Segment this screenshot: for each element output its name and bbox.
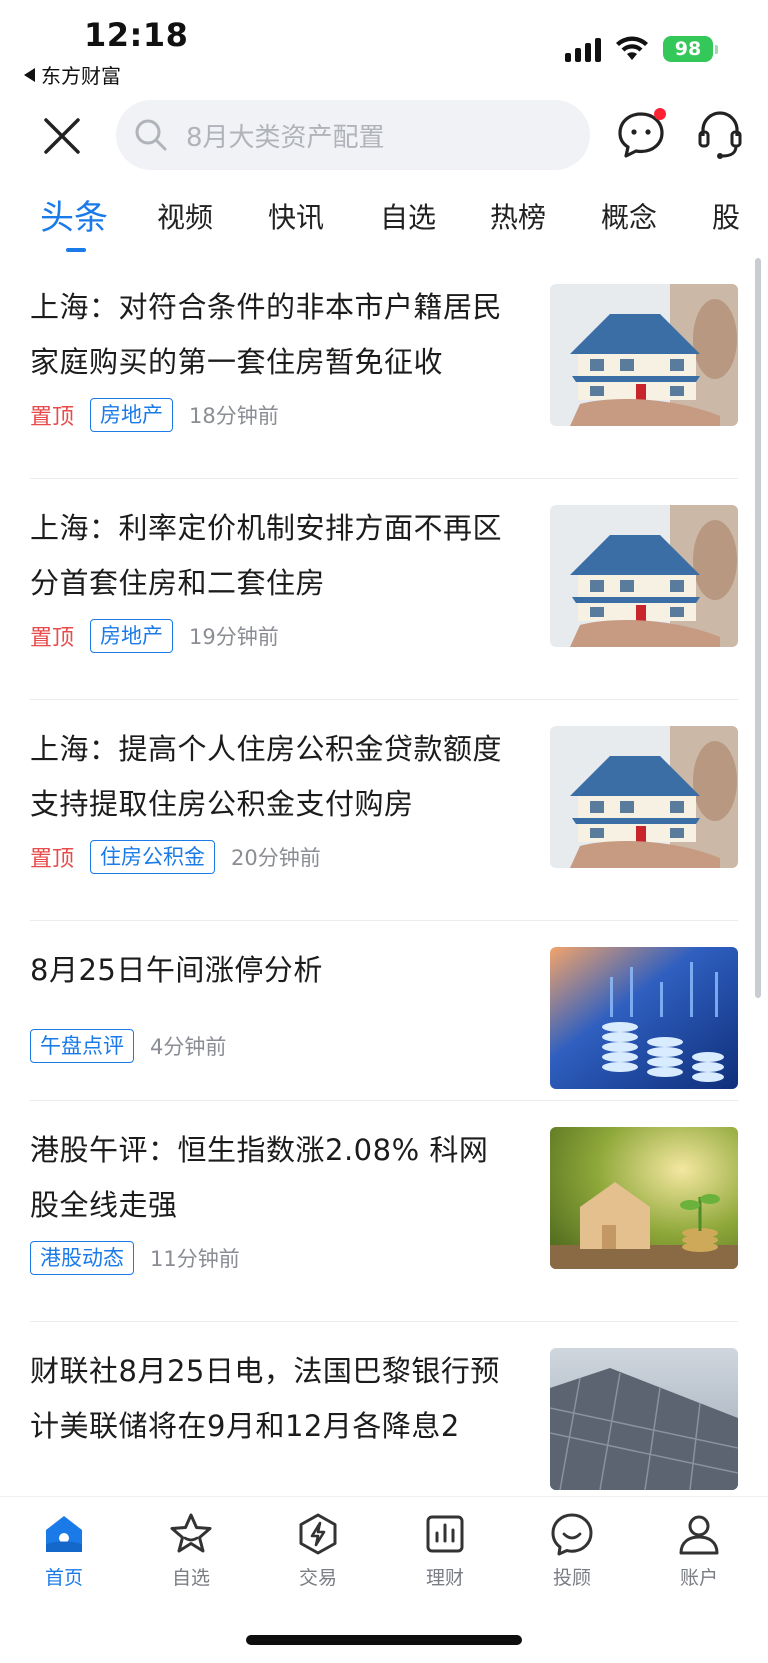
news-title: 上海：利率定价机制安排方面不再区分首套住房和二套住房	[30, 511, 503, 600]
pinned-label: 置顶	[30, 626, 75, 651]
tab-concept[interactable]: 概念	[601, 196, 657, 236]
category-tabs: 头条 视频 快讯 自选 热榜 概念 股	[0, 186, 768, 256]
nav-label: 首页	[44, 1567, 83, 1589]
nav-account[interactable]: 账户	[649, 1511, 749, 1590]
nav-label: 自选	[171, 1567, 210, 1589]
news-tag[interactable]: 午盘点评	[30, 1029, 134, 1063]
finance-icon	[426, 1515, 464, 1553]
home-icon	[46, 1516, 82, 1552]
wifi-icon	[616, 36, 648, 60]
news-title: 上海：对符合条件的非本市户籍居民家庭购买的第一套住房暂免征收	[30, 290, 503, 379]
solar-panel-thumbnail	[550, 1348, 738, 1490]
battery-level: 98	[663, 36, 713, 62]
nav-watchlist[interactable]: 自选	[141, 1511, 241, 1590]
status-indicators: 98	[565, 36, 718, 62]
wooden-house-thumbnail	[550, 1127, 738, 1269]
nav-trade[interactable]: 交易	[268, 1511, 368, 1590]
news-time: 19分钟前	[189, 625, 279, 649]
house-thumbnail	[550, 726, 738, 868]
headset-icon[interactable]	[694, 108, 746, 162]
news-title: 财联社8月25日电，法国巴黎银行预计美联储将在9月和12月各降息2	[30, 1354, 500, 1443]
coins-chart-thumbnail	[550, 947, 738, 1089]
nav-label: 交易	[298, 1567, 337, 1589]
tab-video[interactable]: 视频	[157, 196, 213, 236]
news-time: 11分钟前	[150, 1247, 240, 1271]
signal-icon	[565, 36, 601, 62]
back-app-label: 东方财富	[41, 64, 121, 88]
back-to-app-link[interactable]: 东方财富	[24, 60, 121, 89]
search-icon	[135, 119, 167, 151]
search-input[interactable]: 8月大类资产配置	[116, 100, 590, 170]
battery-icon: 98	[663, 36, 718, 62]
nav-label: 理财	[425, 1567, 464, 1589]
active-tab-indicator	[66, 248, 86, 252]
news-tag[interactable]: 住房公积金	[90, 840, 216, 874]
news-meta: 港股动态 11分钟前	[30, 1241, 240, 1275]
house-thumbnail	[550, 505, 738, 647]
status-bar: 12:18 东方财富 98	[0, 0, 768, 90]
star-icon	[170, 1513, 212, 1553]
tab-headline[interactable]: 头条	[40, 190, 108, 239]
nav-advisor[interactable]: 投顾	[522, 1511, 622, 1590]
account-icon	[679, 1515, 719, 1555]
home-indicator[interactable]	[246, 1635, 522, 1645]
news-tag[interactable]: 房地产	[90, 398, 174, 432]
news-item[interactable]: 港股午评：恒生指数涨2.08% 科网股全线走强 港股动态 11分钟前	[30, 1101, 738, 1322]
advisor-icon	[551, 1513, 593, 1556]
top-bar: 8月大类资产配置	[0, 96, 768, 176]
tab-watchlist[interactable]: 自选	[380, 196, 436, 236]
news-title: 港股午评：恒生指数涨2.08% 科网股全线走强	[30, 1133, 489, 1222]
pinned-label: 置顶	[30, 847, 75, 872]
news-item[interactable]: 上海：利率定价机制安排方面不再区分首套住房和二套住房 置顶 房地产 19分钟前	[30, 479, 738, 700]
news-tag[interactable]: 港股动态	[30, 1241, 134, 1275]
tab-hot-list[interactable]: 热榜	[490, 196, 546, 236]
nav-label: 账户	[679, 1567, 718, 1589]
status-time: 12:18	[84, 16, 189, 54]
news-item[interactable]: 8月25日午间涨停分析 午盘点评 4分钟前	[30, 921, 738, 1101]
news-meta: 置顶 房地产 18分钟前	[30, 398, 279, 432]
house-thumbnail	[550, 284, 738, 426]
nav-home[interactable]: 首页	[14, 1511, 114, 1590]
tab-flash-news[interactable]: 快讯	[268, 196, 324, 236]
news-feed[interactable]: 上海：对符合条件的非本市户籍居民家庭购买的第一套住房暂免征收 置顶 房地产 18…	[0, 258, 768, 1496]
news-title: 8月25日午间涨停分析	[30, 953, 323, 987]
scrollbar[interactable]	[755, 258, 761, 998]
news-time: 18分钟前	[189, 404, 279, 428]
back-arrow-icon	[24, 67, 35, 82]
search-placeholder: 8月大类资产配置	[186, 122, 385, 153]
news-item[interactable]: 上海：提高个人住房公积金贷款额度 支持提取住房公积金支付购房 置顶 住房公积金 …	[30, 700, 738, 921]
news-meta: 午盘点评 4分钟前	[30, 1029, 226, 1063]
news-tag[interactable]: 房地产	[90, 619, 174, 653]
pinned-label: 置顶	[30, 405, 75, 430]
news-time: 4分钟前	[150, 1035, 227, 1059]
notification-dot	[654, 108, 666, 120]
news-time: 20分钟前	[231, 846, 321, 870]
trade-icon	[299, 1513, 337, 1555]
close-icon[interactable]	[40, 114, 84, 158]
news-meta: 置顶 住房公积金 20分钟前	[30, 840, 321, 874]
nav-finance[interactable]: 理财	[395, 1511, 495, 1590]
news-meta: 置顶 房地产 19分钟前	[30, 619, 279, 653]
news-item[interactable]: 财联社8月25日电，法国巴黎银行预计美联储将在9月和12月各降息2	[30, 1322, 738, 1496]
news-title: 上海：提高个人住房公积金贷款额度 支持提取住房公积金支付购房	[30, 732, 503, 821]
tab-stock[interactable]: 股	[712, 196, 740, 236]
nav-label: 投顾	[552, 1567, 591, 1589]
news-item[interactable]: 上海：对符合条件的非本市户籍居民家庭购买的第一套住房暂免征收 置顶 房地产 18…	[30, 258, 738, 479]
